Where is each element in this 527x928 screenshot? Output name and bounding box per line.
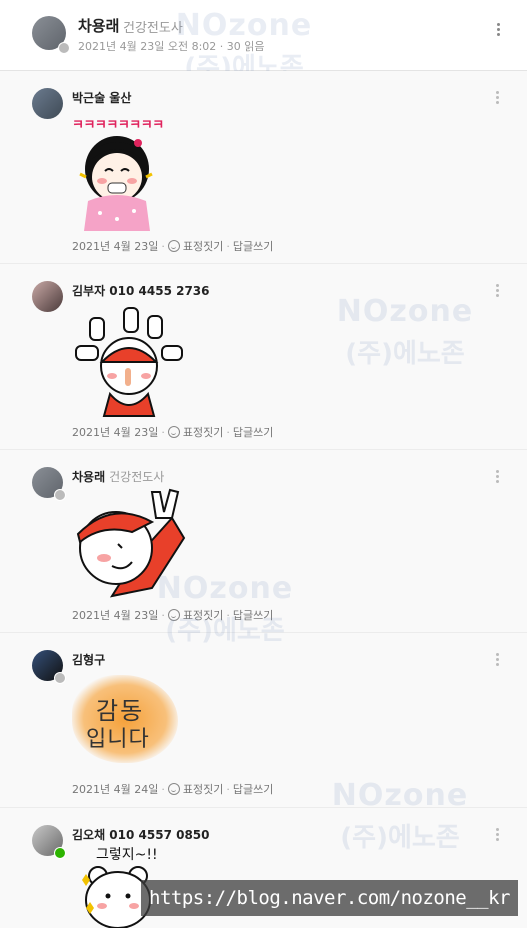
more-options-icon[interactable] <box>495 470 499 486</box>
avatar-badge-icon <box>58 42 70 54</box>
comment-item: 차용래 건강전도사 2021년 4월 23일 · 표정짓기 · 답글쓰기 <box>0 450 527 633</box>
more-options-icon[interactable] <box>495 828 499 844</box>
commenter-name[interactable]: 박근술 울산 <box>72 89 131 106</box>
commenter-title: 건강전도사 <box>109 470 165 484</box>
comment-item: 김부자 010 4455 2736 2021년 4월 23일 · 표정짓기 · 답글쓰기… <box>0 264 527 450</box>
react-button[interactable]: 표정짓기 <box>183 783 223 796</box>
post-meta: 2021년 4월 23일 오전 8:02 · 30 읽음 <box>78 40 265 53</box>
comment-date: 2021년 4월 23일 <box>72 240 159 253</box>
commenter-avatar[interactable] <box>32 88 63 119</box>
avatar-badge-icon <box>54 847 66 859</box>
peace-sign-sticker <box>76 488 186 598</box>
commenter-name[interactable]: 차용래 건강전도사 <box>72 468 164 485</box>
more-options-icon[interactable] <box>495 284 499 300</box>
react-button[interactable]: 표정짓기 <box>183 609 223 622</box>
author-title: 건강전도사 <box>123 21 183 36</box>
commenter-avatar[interactable] <box>32 281 63 312</box>
avatar-badge-icon <box>54 489 66 501</box>
comment-date: 2021년 4월 23일 <box>72 609 159 622</box>
smile-icon[interactable] <box>167 426 180 438</box>
smile-icon[interactable] <box>167 240 180 252</box>
comment-date: 2021년 4월 23일 <box>72 426 159 439</box>
react-button[interactable]: 표정짓기 <box>183 426 223 439</box>
comment-meta: 2021년 4월 23일 · 표정짓기 · 답글쓰기 <box>72 609 274 622</box>
comment-meta: 2021년 4월 23일 · 표정짓기 · 답글쓰기 <box>72 240 274 253</box>
comment-item: 김형구 감동 입니다 2021년 4월 24일·표정짓기·답글쓰기 NOzone… <box>0 571 527 808</box>
watermark-ko: (주)에노존 <box>345 339 465 369</box>
commenter-name[interactable]: 김부자 010 4455 2736 <box>72 282 210 299</box>
commenter-name[interactable]: 김형구 <box>72 651 105 668</box>
comment-meta: 2021년 4월 24일 · 표정짓기 · 답글쓰기 <box>72 783 274 796</box>
comment-date: 2021년 4월 24일 <box>72 783 159 796</box>
more-options-icon[interactable] <box>495 653 499 669</box>
post-header: 차용래 건강전도사 2021년 4월 23일 오전 8:02 · 30 읽음 <box>0 0 527 71</box>
comment-item: 박근술 울산 ㅋㅋㅋㅋㅋㅋㅋㅋ 2021년 4월 23일 · 표정짓기 · 답글쓰기 <box>0 71 527 264</box>
author-name[interactable]: 차용래 <box>78 15 119 36</box>
reply-button[interactable]: 답글쓰기 <box>233 426 273 439</box>
more-options-icon[interactable] <box>495 91 499 107</box>
reply-button[interactable]: 답글쓰기 <box>233 609 273 622</box>
reply-button[interactable]: 답글쓰기 <box>233 240 273 253</box>
commenter-name[interactable]: 김오채 010 4557 0850 <box>72 826 210 843</box>
url-banner: https://blog.naver.com/nozone__kr <box>141 880 518 916</box>
react-button[interactable]: 표정짓기 <box>183 240 223 253</box>
avatar-badge-icon <box>54 672 66 684</box>
watermark-en: NOzone <box>336 294 474 329</box>
laughing-girl-sticker <box>79 136 153 231</box>
sticker-text-2: 입니다 <box>86 727 150 752</box>
calligraphy-sticker: 감동 입니다 <box>72 675 178 763</box>
smile-icon[interactable] <box>167 783 180 795</box>
comment-meta: 2021년 4월 23일 · 표정짓기 · 답글쓰기 <box>72 426 274 439</box>
watermark: NOzone (주)에노존 <box>295 294 515 370</box>
smile-icon[interactable] <box>167 609 180 621</box>
thumbs-up-sticker <box>75 307 183 417</box>
reply-button[interactable]: 답글쓰기 <box>233 783 273 796</box>
watermark-ko: (주)에노존 <box>340 823 460 853</box>
more-options-icon[interactable] <box>496 23 500 39</box>
